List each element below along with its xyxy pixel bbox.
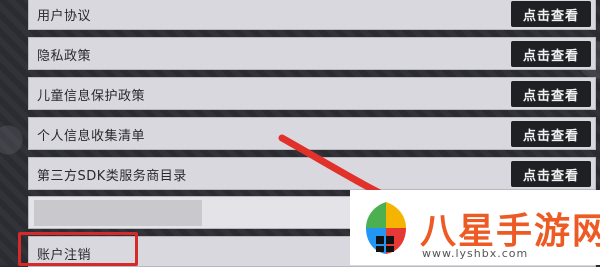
row-label: 个人信息收集清单 xyxy=(37,129,146,144)
row-label: 儿童信息保护政策 xyxy=(37,89,146,104)
row-child-privacy: 儿童信息保护政策 点击查看 xyxy=(28,77,596,110)
row-personal-info-list: 个人信息收集清单 点击查看 xyxy=(28,117,596,150)
row-third-party-sdk: 第三方SDK类服务商目录 点击查看 xyxy=(28,157,596,190)
view-privacy-policy-button[interactable]: 点击查看 xyxy=(511,41,591,67)
colorful-logo-icon xyxy=(366,202,406,254)
watermark-panel: 八星手游网 www.lyshbx.com xyxy=(350,190,600,265)
row-user-agreement: 用户协议 点击查看 xyxy=(28,0,596,30)
view-personal-info-list-button[interactable]: 点击查看 xyxy=(511,121,591,147)
row-label: 隐私政策 xyxy=(37,49,92,64)
redacted-field xyxy=(34,200,202,226)
view-user-agreement-button[interactable]: 点击查看 xyxy=(511,1,591,27)
view-third-party-sdk-button[interactable]: 点击查看 xyxy=(511,161,591,187)
row-label: 第三方SDK类服务商目录 xyxy=(37,169,187,184)
row-label: 用户协议 xyxy=(37,9,92,24)
watermark-url: www.lyshbx.com xyxy=(422,247,529,260)
row-privacy-policy: 隐私政策 点击查看 xyxy=(28,37,596,70)
highlight-box xyxy=(18,232,138,266)
view-child-privacy-button[interactable]: 点击查看 xyxy=(511,81,591,107)
